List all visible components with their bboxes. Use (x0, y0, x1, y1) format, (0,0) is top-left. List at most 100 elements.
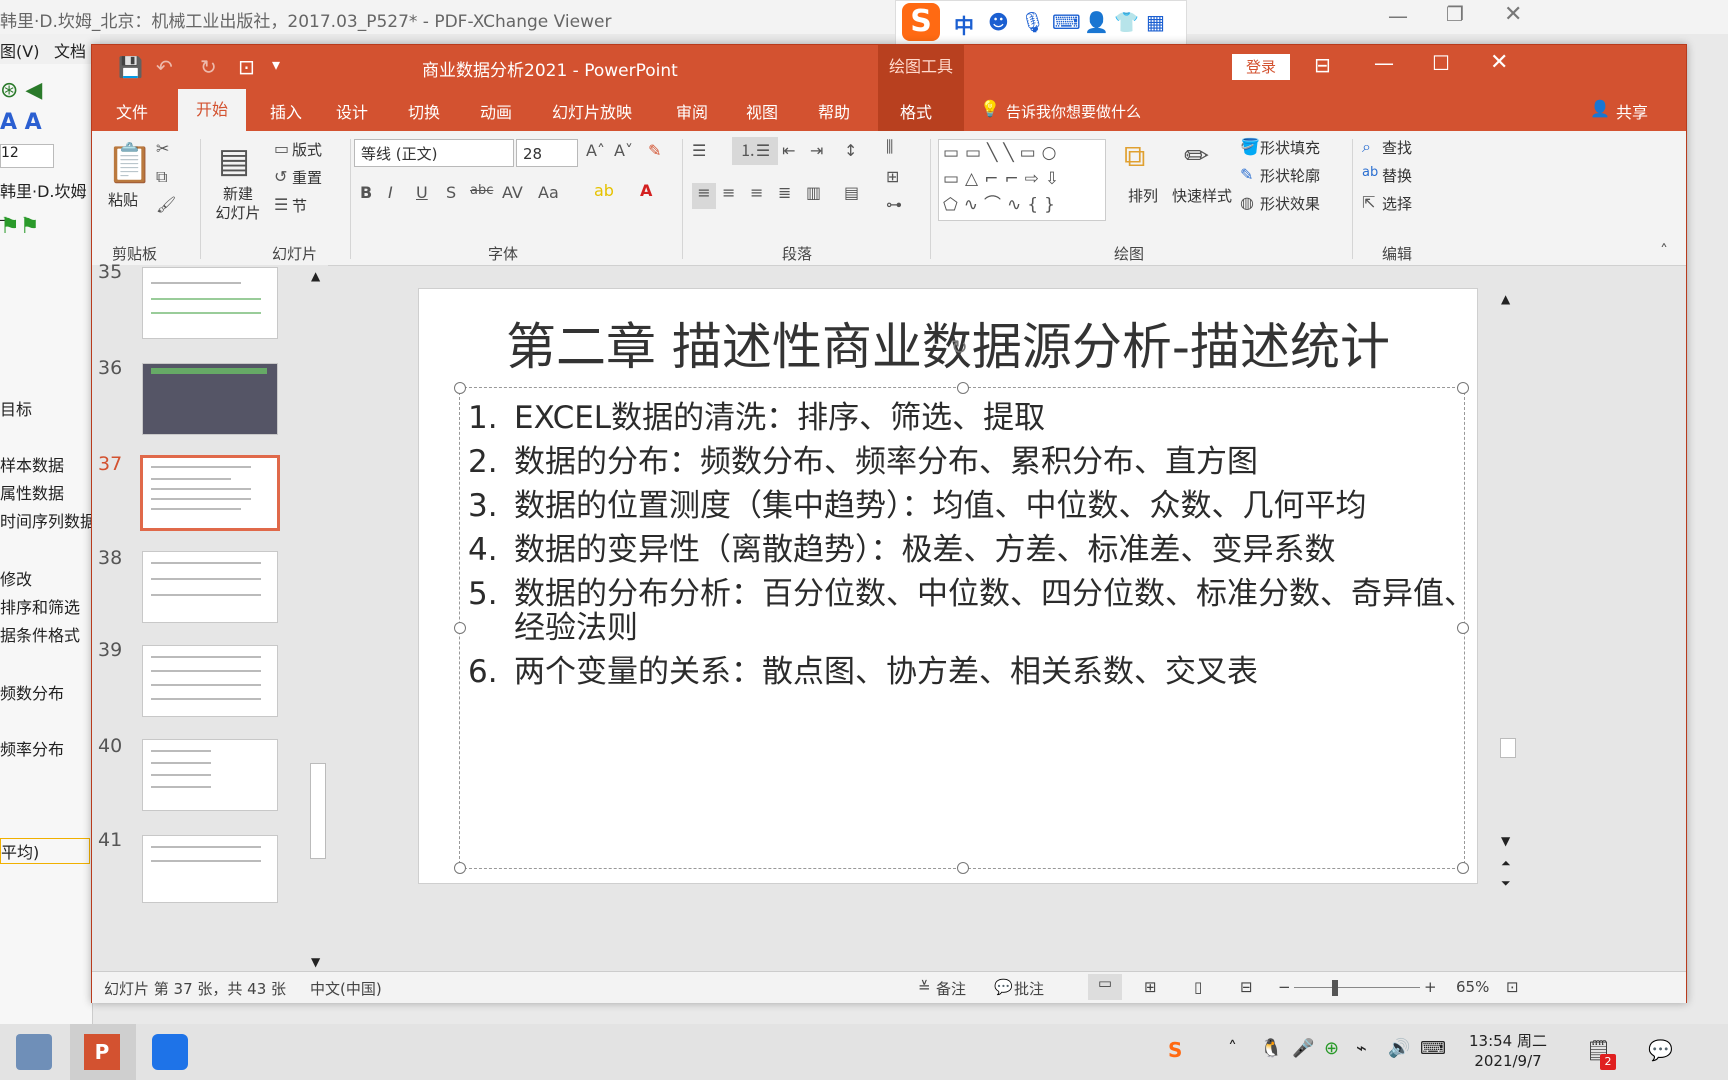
side-item[interactable]: 频数分布 (0, 680, 64, 704)
save-icon[interactable]: 💾 (118, 55, 143, 79)
comments-button[interactable]: 批注 (1014, 978, 1044, 999)
restore-icon[interactable]: ❐ (1446, 2, 1464, 26)
bookmark-icons[interactable]: ⚑⚑ (0, 214, 39, 239)
tab-file[interactable]: 文件 (116, 99, 148, 123)
resize-handle[interactable] (957, 862, 969, 874)
bold-button[interactable]: B (360, 183, 372, 202)
sogou-tray-icon[interactable]: S (1168, 1038, 1182, 1062)
prev-slide-icon[interactable]: ⏶ (1501, 856, 1511, 871)
tray-expand-icon[interactable]: ˄ (1228, 1038, 1237, 1059)
clear-format-icon[interactable]: ✎ (648, 141, 661, 160)
customize-qat-icon[interactable]: ▾ (272, 55, 280, 74)
undo-icon[interactable]: ↶ (156, 55, 173, 79)
menu-view[interactable]: 图(V) (0, 38, 39, 62)
slide-thumbnails-pane[interactable]: 35 36 37 38 39 40 41 (92, 261, 328, 971)
slide-thumbnail[interactable] (142, 835, 278, 903)
columns-icon[interactable]: ▤ (844, 183, 859, 202)
increase-indent-icon[interactable]: ⇥ (810, 141, 823, 160)
tab-animations[interactable]: 动画 (480, 99, 512, 123)
font-name-combo[interactable]: 等线 (正文) (354, 139, 514, 167)
ppt-taskbar-slot[interactable]: P (70, 1024, 136, 1080)
user-icon[interactable]: 👤 (1084, 10, 1109, 34)
tab-home[interactable]: 开始 (178, 89, 246, 131)
align-right-icon[interactable]: ≡ (750, 183, 763, 202)
zoom-slider[interactable] (1294, 987, 1420, 988)
tell-me-box[interactable]: 告诉我你想要做什么 (1006, 101, 1141, 122)
normal-view-icon[interactable]: ▭ (1088, 974, 1122, 1000)
slide-canvas[interactable]: 第二章 描述性商业数据源分析-描述统计 1. EXCEL数据的清洗：排序、筛选、提… (418, 288, 1478, 884)
arrange-button[interactable]: 排列 (1128, 185, 1158, 206)
language-indicator[interactable]: 中文(中国) (310, 978, 382, 999)
slideshow-icon[interactable]: ⊟ (1240, 978, 1253, 996)
side-item[interactable]: 时间序列数据 (0, 508, 96, 532)
layout-button[interactable]: 版式 (292, 139, 322, 160)
bullet-item[interactable]: 6. 两个变量的关系：散点图、协方差、相关系数、交叉表 (468, 646, 1258, 691)
smartart-icon[interactable]: ⊶ (886, 195, 902, 214)
clock-time[interactable]: 13:54 周二 (1462, 1030, 1554, 1051)
photos-taskbar-icon[interactable] (152, 1034, 188, 1070)
tab-review[interactable]: 审阅 (676, 99, 708, 123)
distribute-icon[interactable]: ▥ (806, 183, 821, 202)
paste-icon[interactable]: 📋 (106, 141, 153, 186)
scroll-thumb[interactable] (310, 763, 326, 859)
rotate-handle-icon[interactable]: ↻ (951, 335, 968, 359)
tab-help[interactable]: 帮助 (818, 99, 850, 123)
grid-icon[interactable]: ▦ (1146, 10, 1165, 34)
select-button[interactable]: 选择 (1382, 193, 1412, 214)
scroll-down-icon[interactable]: ▼ (1501, 834, 1510, 848)
section-button[interactable]: 节 (292, 195, 307, 216)
share-label[interactable]: 共享 (1616, 99, 1648, 123)
content-placeholder[interactable]: 1. EXCEL数据的清洗：排序、筛选、提取 2. 数据的分布：频数分布、频率分布、… (459, 387, 1475, 869)
scroll-thumb[interactable] (1500, 738, 1516, 758)
side-item[interactable]: 排序和筛选 (0, 594, 80, 618)
skin-icon[interactable]: 👕 (1114, 10, 1139, 34)
tab-format[interactable]: 格式 (900, 99, 932, 123)
font-size-combo[interactable]: 28 (516, 139, 578, 167)
scroll-up-icon[interactable]: ▲ (1501, 292, 1510, 306)
shapes-gallery[interactable]: ▭▭╲╲▭○ ▭△⌐⌐⇨⇩ ⬠∿⌒∿{} (938, 139, 1106, 221)
side-item[interactable]: 样本数据 (0, 452, 64, 476)
tab-slideshow[interactable]: 幻灯片放映 (552, 99, 632, 123)
keyboard-tray-icon[interactable]: ⌨ (1420, 1038, 1446, 1059)
slide-thumbnail[interactable] (142, 551, 278, 623)
minimize-icon[interactable]: — (1388, 4, 1408, 28)
resize-handle[interactable] (1457, 382, 1469, 394)
change-case-button[interactable]: Aa (538, 183, 559, 202)
login-button[interactable]: 登录 (1232, 54, 1290, 80)
align-left-icon[interactable]: ≡ (692, 183, 716, 209)
maximize-icon[interactable]: ☐ (1432, 51, 1450, 75)
minimize-icon[interactable]: — (1374, 51, 1394, 75)
clock-date[interactable]: 2021/9/7 (1462, 1052, 1554, 1070)
char-spacing-button[interactable]: AV (502, 183, 523, 202)
resize-handle[interactable] (454, 862, 466, 874)
present-icon[interactable]: ⊡ (238, 55, 255, 79)
bullet-item[interactable]: 2. 数据的分布：频数分布、频率分布、累积分布、直方图 (468, 436, 1258, 481)
bullet-item[interactable]: 4. 数据的变异性（离散趋势）：极差、方差、标准差、变异系数 (468, 524, 1336, 569)
scroll-up-icon[interactable]: ▲ (311, 269, 320, 283)
zoom-field[interactable]: 12 (0, 144, 54, 168)
arrange-icon[interactable]: ⧉ (1124, 139, 1145, 174)
shape-effects-button[interactable]: 形状效果 (1260, 193, 1320, 214)
zoom-slider-thumb[interactable] (1332, 980, 1338, 996)
quick-styles-icon[interactable]: ✏ (1184, 139, 1209, 174)
volume-icon[interactable]: 🔊 (1388, 1038, 1410, 1059)
grow-font-icon[interactable]: A˄ (586, 141, 605, 160)
paste-button[interactable]: 粘贴 (108, 189, 138, 210)
resize-handle[interactable] (454, 622, 466, 634)
side-item-selected[interactable]: 平均) (0, 838, 90, 864)
mic-icon[interactable]: 🎙 (1020, 10, 1045, 34)
shape-fill-button[interactable]: 形状填充 (1260, 137, 1320, 158)
slide-thumbnail[interactable] (142, 739, 278, 811)
new-slide-icon[interactable]: ▤ (218, 141, 250, 181)
pdf-viewer-taskbar-icon[interactable] (16, 1034, 52, 1070)
network-icon[interactable]: ⌁ (1356, 1038, 1367, 1059)
security-icon[interactable]: ⊕ (1324, 1038, 1339, 1059)
fit-slide-icon[interactable]: ⊡ (1506, 978, 1519, 996)
underline-button[interactable]: U (416, 183, 428, 202)
side-item[interactable]: 据条件格式 (0, 622, 80, 646)
scroll-down-icon[interactable]: ▼ (311, 955, 320, 969)
decrease-indent-icon[interactable]: ⇤ (782, 141, 795, 160)
side-item[interactable]: 频率分布 (0, 736, 64, 760)
slide-thumbnail-selected[interactable] (140, 455, 280, 531)
shape-outline-button[interactable]: 形状轮廓 (1260, 165, 1320, 186)
